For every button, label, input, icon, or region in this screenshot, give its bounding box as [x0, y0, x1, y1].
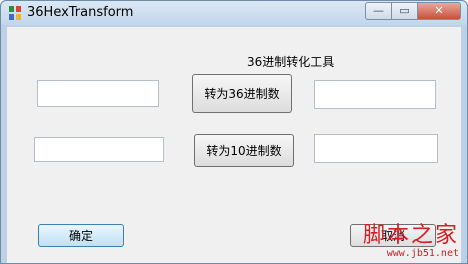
app-icon — [9, 6, 21, 20]
window-controls: — ▭ ✕ — [365, 2, 461, 20]
window-title: 36HexTransform — [27, 5, 134, 20]
minimize-button[interactable]: — — [365, 2, 391, 20]
site-watermark: 脚本之家 www.jb51.net — [362, 223, 459, 260]
base36-output[interactable] — [314, 80, 436, 109]
app-window: 36HexTransform — ▭ ✕ 36进制转化工具 转为36进制数 转为… — [0, 0, 468, 264]
base36-input[interactable] — [34, 137, 164, 162]
to-decimal-button[interactable]: 转为10进制数 — [194, 134, 294, 167]
decimal-input[interactable] — [37, 80, 159, 107]
to-base36-button[interactable]: 转为36进制数 — [192, 74, 292, 113]
tool-title-label: 36进制转化工具 — [247, 55, 335, 69]
watermark-url: www.jb51.net — [386, 248, 459, 259]
maximize-button[interactable]: ▭ — [391, 2, 417, 20]
title-bar[interactable]: 36HexTransform — ▭ ✕ — [1, 1, 467, 25]
ok-button[interactable]: 确定 — [38, 224, 124, 247]
watermark-text: 脚本之家 — [362, 223, 459, 248]
decimal-output[interactable] — [314, 134, 438, 163]
close-button[interactable]: ✕ — [417, 2, 461, 20]
